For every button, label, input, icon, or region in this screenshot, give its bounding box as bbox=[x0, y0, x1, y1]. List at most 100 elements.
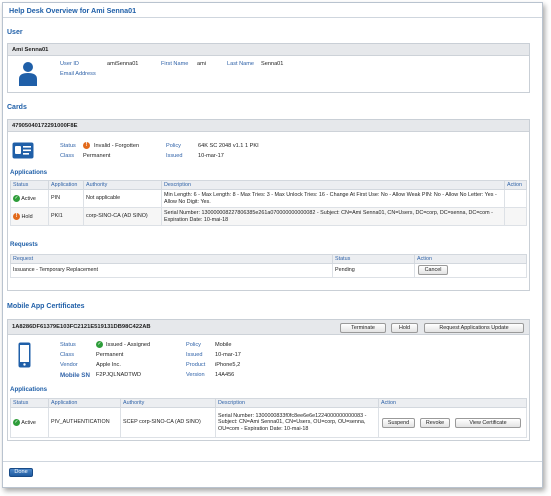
user-panel-header: Ami Senna01 bbox=[8, 44, 529, 56]
cancel-request-button[interactable]: Cancel bbox=[418, 265, 448, 275]
mobile-version-label: Version bbox=[186, 372, 205, 378]
request-applications-update-button[interactable]: Request Applications Update bbox=[424, 323, 524, 333]
col-authority: Authority bbox=[120, 398, 216, 408]
table-row: ✓ Active PIN Not applicable Min Length: … bbox=[10, 189, 527, 208]
action-cell bbox=[504, 189, 527, 208]
row-status-cell: ✓ Active bbox=[10, 189, 49, 208]
exclamation-circle-icon: ! bbox=[13, 212, 20, 220]
request-cell: Issuance - Temporary Replacement bbox=[10, 263, 333, 278]
description-cell: Serial Number: 130000008227806385e261a07… bbox=[161, 207, 505, 226]
description-cell: Serial Number: 1300000833f0fc8ee6e6e1224… bbox=[215, 407, 379, 438]
email-label: Email Address bbox=[60, 71, 96, 77]
action-cell bbox=[504, 207, 527, 226]
card-issued-value: 10-mar-17 bbox=[198, 153, 224, 159]
mobile-sn-label: Mobile SN bbox=[60, 372, 90, 379]
authority-cell: corp-SINO-CA (AD SINO) bbox=[83, 207, 162, 226]
table-row: Issuance - Temporary Replacement Pending… bbox=[10, 263, 527, 278]
status-text: Active bbox=[21, 195, 36, 202]
mobile-sn-value: F2PJQLNADTWD bbox=[96, 372, 142, 378]
row-status-cell: ✓ Active bbox=[10, 407, 49, 438]
revoke-button[interactable]: Revoke bbox=[420, 418, 450, 428]
check-circle-icon: ✓ bbox=[13, 194, 20, 202]
card-apps-header-row: Status Application Authority Description… bbox=[10, 180, 527, 190]
card-status-label: Status bbox=[60, 143, 76, 149]
mobile-cert-id: 1A8286DF61379E103FC2121E519131DB98C422AB bbox=[12, 324, 151, 330]
requests-table: Request Status Action Issuance - Tempora… bbox=[10, 254, 527, 278]
mobile-version-value: 14A456 bbox=[215, 372, 235, 378]
col-action: Action bbox=[378, 398, 527, 408]
mobile-class-value: Permanent bbox=[96, 352, 124, 358]
table-row: ! Hold PKI1 corp-SINO-CA (AD SINO) Seria… bbox=[10, 207, 527, 226]
mobile-policy-value: Mobile bbox=[215, 342, 232, 348]
card-issued-label: Issued bbox=[166, 153, 183, 159]
row-status-cell: ! Hold bbox=[10, 207, 49, 226]
requests-title: Requests bbox=[10, 241, 38, 248]
mobile-action-cell: Suspend Revoke View Certificate bbox=[378, 407, 527, 438]
id-card-icon bbox=[12, 142, 34, 159]
page-title: Help Desk Overview for Ami Senna01 bbox=[9, 6, 137, 15]
last-name-label: Last Name bbox=[227, 61, 255, 67]
user-silhouette-icon bbox=[19, 62, 37, 86]
mobile-policy-label: Policy bbox=[186, 342, 201, 348]
user-section-title: User bbox=[7, 29, 23, 36]
help-desk-window: Help Desk Overview for Ami Senna01 User … bbox=[2, 2, 543, 488]
application-cell: PKI1 bbox=[48, 207, 84, 226]
card-id-header: 47905040172291000F8E bbox=[8, 120, 529, 132]
title-divider bbox=[3, 17, 542, 18]
mobile-section-title: Mobile App Certificates bbox=[7, 303, 85, 310]
status-text: Hold bbox=[21, 213, 33, 220]
mobile-cert-panel: 1A8286DF61379E103FC2121E519131DB98C422AB… bbox=[7, 319, 530, 441]
card-policy-label: Policy bbox=[166, 143, 181, 149]
footer-divider bbox=[3, 461, 542, 462]
mobile-class-label: Class bbox=[60, 352, 74, 358]
card-policy-value: 64K SC 2048 v1.1 1 PKI bbox=[198, 143, 259, 149]
mobile-issued-value: 10-mar-17 bbox=[215, 352, 241, 358]
view-certificate-button[interactable]: View Certificate bbox=[455, 418, 521, 428]
col-status: Status bbox=[10, 398, 49, 408]
card-class-value: Permanent bbox=[83, 153, 111, 159]
mobile-vendor-value: Apple Inc. bbox=[96, 362, 121, 368]
card-class-label: Class bbox=[60, 153, 74, 159]
col-status: Status bbox=[10, 180, 49, 190]
mobile-phone-icon bbox=[18, 342, 31, 368]
col-application: Application bbox=[48, 180, 84, 190]
mobile-status-label: Status bbox=[60, 342, 76, 348]
check-circle-icon: ✓ bbox=[13, 418, 20, 426]
card-status-value: Invalid - Forgotten bbox=[94, 143, 140, 149]
first-name-value: ami bbox=[197, 61, 207, 67]
suspend-button[interactable]: Suspend bbox=[382, 418, 415, 428]
check-circle-icon: ✓ bbox=[96, 341, 103, 348]
terminate-button[interactable]: Terminate bbox=[340, 323, 386, 333]
user-id-value: amiSenna01 bbox=[107, 61, 139, 67]
exclamation-circle-icon: ! bbox=[83, 142, 90, 149]
first-name-label: First Name bbox=[161, 61, 189, 67]
mobile-product-label: Product bbox=[186, 362, 206, 368]
table-row: ✓ Active PIV_AUTHENTICATION SCEP corp-SI… bbox=[10, 407, 527, 438]
done-button[interactable]: Done bbox=[9, 468, 33, 477]
col-action: Action bbox=[504, 180, 527, 190]
cards-section-title: Cards bbox=[7, 104, 27, 111]
application-cell: PIN bbox=[48, 189, 84, 208]
mobile-applications-table: Status Application Authority Description… bbox=[10, 398, 527, 438]
card-applications-table: Status Application Authority Description… bbox=[10, 180, 527, 226]
card-panel: 47905040172291000F8E Status ! Invalid - … bbox=[7, 119, 530, 291]
col-request-status: Status bbox=[332, 254, 415, 264]
mobile-status-value: Issued - Assigned bbox=[106, 342, 151, 348]
request-action-cell: Cancel bbox=[414, 263, 527, 278]
mobile-issued-label: Issued bbox=[186, 352, 203, 358]
status-text: Active bbox=[21, 419, 36, 426]
request-status-cell: Pending bbox=[332, 263, 415, 278]
mobile-apps-header-row: Status Application Authority Description… bbox=[10, 398, 527, 408]
user-id-label: User ID bbox=[60, 61, 79, 67]
user-panel: Ami Senna01 User ID amiSenna01 First Nam… bbox=[7, 43, 530, 93]
col-description: Description bbox=[215, 398, 379, 408]
col-description: Description bbox=[161, 180, 505, 190]
mobile-applications-title: Applications bbox=[10, 386, 48, 393]
hold-button[interactable]: Hold bbox=[391, 323, 418, 333]
description-cell: Min Length: 6 - Max Length: 8 - Max Trie… bbox=[161, 189, 505, 208]
col-authority: Authority bbox=[83, 180, 162, 190]
col-request: Request bbox=[10, 254, 333, 264]
card-applications-title: Applications bbox=[10, 169, 48, 176]
col-request-action: Action bbox=[414, 254, 527, 264]
mobile-product-value: iPhone5,2 bbox=[215, 362, 241, 368]
